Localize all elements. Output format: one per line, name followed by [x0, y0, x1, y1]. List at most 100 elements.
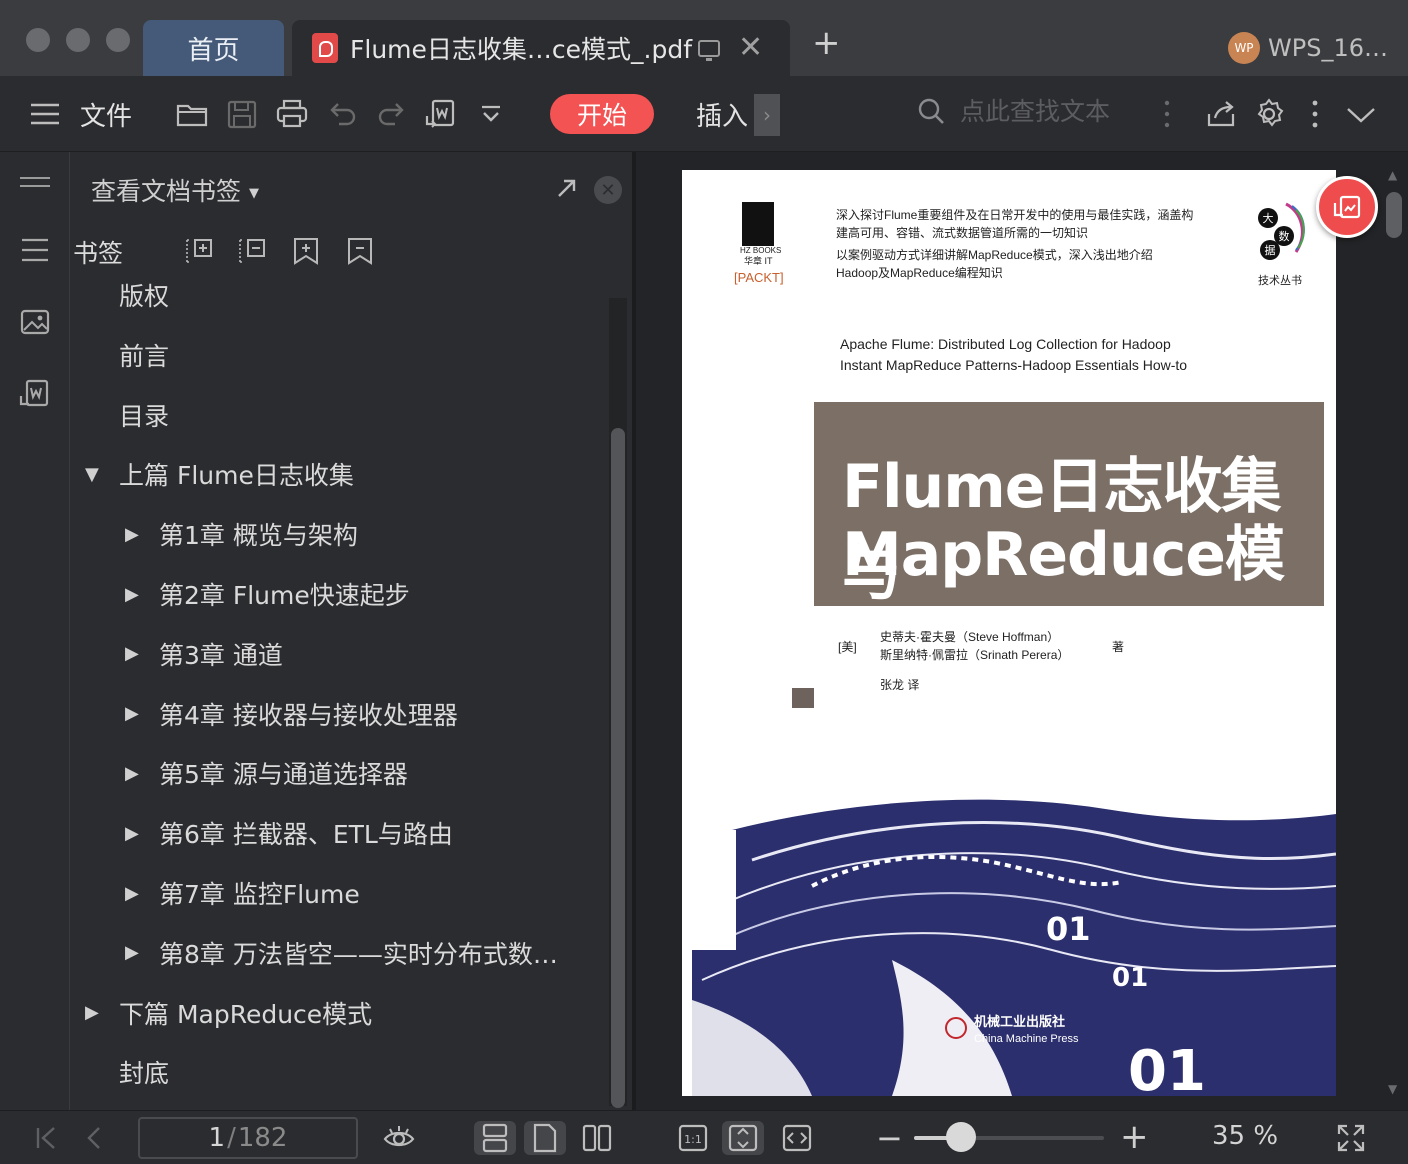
- search-input[interactable]: [960, 96, 1140, 126]
- bookmark-item[interactable]: ▶ 第7章 监控Flume: [125, 873, 360, 913]
- collapse-triangle-icon[interactable]: ▶: [85, 1002, 119, 1023]
- undo-icon[interactable]: [325, 98, 359, 130]
- account-menu[interactable]: WP WPS_16…: [1228, 32, 1388, 64]
- bookmark-scrollbar-thumb[interactable]: [611, 428, 625, 1108]
- bookmark-item-label: 第6章 拦截器、ETL与路由: [159, 820, 453, 850]
- pdf-file-icon: [312, 33, 338, 63]
- bookmark-item-label: 目录: [119, 401, 170, 431]
- search-box[interactable]: [916, 96, 1140, 126]
- bookmark-item-label: 第2章 Flume快速起步: [159, 581, 410, 610]
- actual-size-icon[interactable]: 1:1: [676, 1121, 710, 1155]
- avatar: WP: [1228, 32, 1260, 64]
- convert-document-button[interactable]: [1316, 176, 1378, 238]
- page-number-field[interactable]: 1/182: [138, 1117, 358, 1159]
- binary-art-text-2: 01: [1112, 963, 1148, 993]
- bookmark-item[interactable]: 版权: [85, 275, 169, 315]
- collapse-triangle-icon[interactable]: ▶: [125, 942, 159, 963]
- window-minimize-button[interactable]: [66, 28, 90, 52]
- file-menu[interactable]: 文件: [80, 96, 132, 133]
- viewer-scrollbar-thumb[interactable]: [1386, 192, 1402, 238]
- collapse-triangle-icon[interactable]: ▶: [125, 584, 159, 605]
- fit-width-icon[interactable]: [780, 1121, 814, 1155]
- scroll-up-arrow-icon[interactable]: ▲: [1388, 168, 1397, 182]
- scroll-down-arrow-icon[interactable]: ▼: [1388, 1082, 1397, 1096]
- expand-triangle-icon[interactable]: ▼: [85, 464, 119, 485]
- pdf-to-word-icon[interactable]: [18, 378, 52, 410]
- hamburger-menu-icon[interactable]: [28, 98, 62, 130]
- ribbon-more-chevron-icon[interactable]: ›: [754, 94, 780, 136]
- bookmark-item[interactable]: ▶ 第2章 Flume快速起步: [125, 574, 410, 614]
- monitor-icon[interactable]: [698, 39, 721, 61]
- bookmark-item[interactable]: ▶ 第1章 概览与架构: [125, 514, 358, 554]
- bookmark-item[interactable]: ▶ 下篇 MapReduce模式: [85, 993, 372, 1033]
- bookmark-item[interactable]: 前言: [85, 335, 169, 375]
- outline-list-icon[interactable]: [18, 234, 52, 266]
- expand-all-icon[interactable]: [184, 236, 214, 266]
- english-title-1: Apache Flume: Distributed Log Collection…: [840, 336, 1171, 352]
- tab-document[interactable]: Flume日志收集…ce模式_.pdf ✕: [292, 20, 790, 76]
- tab-close-icon[interactable]: ✕: [738, 33, 763, 63]
- first-page-icon[interactable]: [30, 1121, 64, 1155]
- bookmark-view-dropdown[interactable]: 查看文档书签 ▼: [91, 172, 259, 208]
- bookmark-item[interactable]: 封底: [85, 1052, 169, 1092]
- thumbnail-image-icon[interactable]: [18, 306, 52, 338]
- previous-page-icon[interactable]: [78, 1121, 112, 1155]
- zoom-level[interactable]: 35 %: [1212, 1121, 1278, 1151]
- share-icon[interactable]: [1204, 98, 1238, 130]
- collapse-triangle-icon[interactable]: ▶: [125, 763, 159, 784]
- more-options-icon[interactable]: [1298, 98, 1332, 130]
- new-tab-button[interactable]: +: [812, 26, 841, 60]
- window-zoom-button[interactable]: [106, 28, 130, 52]
- bookmark-item[interactable]: ▶ 第8章 万法皆空——实时分布式数…: [125, 933, 558, 973]
- zoom-slider-track[interactable]: [914, 1136, 1104, 1140]
- chevron-down-icon[interactable]: [1344, 98, 1378, 130]
- bookmark-item[interactable]: ▶ 第4章 接收器与接收处理器: [125, 694, 458, 734]
- tab-insert[interactable]: 插入: [696, 96, 748, 133]
- bookmark-item[interactable]: ▼ 上篇 Flume日志收集: [85, 454, 354, 494]
- fullscreen-icon[interactable]: [1334, 1121, 1368, 1155]
- bookmark-item[interactable]: ▶ 第3章 通道: [125, 634, 283, 674]
- eye-protection-icon[interactable]: [382, 1121, 416, 1155]
- bookmark-item-label: 第7章 监控Flume: [159, 880, 360, 909]
- bookmark-item-label: 第5章 源与通道选择器: [159, 760, 408, 790]
- remove-bookmark-icon[interactable]: [345, 236, 375, 266]
- bookmark-item-label: 封底: [119, 1059, 170, 1089]
- two-page-icon[interactable]: [580, 1121, 614, 1155]
- collapse-triangle-icon[interactable]: ▶: [125, 703, 159, 724]
- continuous-scroll-icon[interactable]: [474, 1121, 516, 1155]
- collapse-all-icon[interactable]: [237, 236, 267, 266]
- open-folder-icon[interactable]: [175, 98, 209, 130]
- bookmark-item[interactable]: ▶ 第6章 拦截器、ETL与路由: [125, 813, 453, 853]
- zoom-out-button[interactable]: −: [876, 1119, 903, 1157]
- zoom-slider-handle[interactable]: [946, 1122, 976, 1152]
- pop-out-arrow-icon[interactable]: [555, 176, 579, 200]
- bookmark-item[interactable]: 目录: [85, 395, 169, 435]
- collapse-triangle-icon[interactable]: ▶: [125, 643, 159, 664]
- tab-home[interactable]: 首页: [143, 20, 284, 76]
- tab-start[interactable]: 开始: [550, 94, 654, 134]
- settings-gear-icon[interactable]: [1252, 98, 1286, 130]
- close-panel-icon[interactable]: ✕: [594, 176, 622, 204]
- single-page-icon[interactable]: [524, 1121, 566, 1155]
- fit-page-icon[interactable]: [722, 1121, 764, 1155]
- tab-home-label: 首页: [187, 35, 240, 66]
- bookmark-item-label: 第3章 通道: [159, 640, 283, 670]
- more-dropdown-icon[interactable]: [474, 98, 508, 130]
- print-icon[interactable]: [275, 98, 309, 130]
- bookmark-item[interactable]: ▶ 第5章 源与通道选择器: [125, 753, 408, 793]
- author-1: 史蒂夫·霍夫曼（Steve Hoffman）: [880, 630, 1060, 644]
- add-bookmark-icon[interactable]: [291, 236, 321, 266]
- vertical-dots-icon[interactable]: [1150, 98, 1184, 130]
- publisher-sub: 华章 IT: [744, 256, 773, 266]
- bookmark-item-label: 第8章 万法皆空——实时分布式数…: [159, 939, 558, 969]
- collapse-triangle-icon[interactable]: ▶: [125, 823, 159, 844]
- document-viewer[interactable]: HZ BOOKS 华章 IT [PACKT] 深入探讨Flume重要组件及在日常…: [636, 152, 1408, 1110]
- zoom-in-button[interactable]: +: [1120, 1117, 1149, 1157]
- pdf-to-word-icon[interactable]: [424, 98, 458, 130]
- collapse-triangle-icon[interactable]: ▶: [125, 524, 159, 545]
- collapse-triangle-icon[interactable]: ▶: [125, 883, 159, 904]
- collapse-panel-icon[interactable]: [18, 168, 52, 200]
- redo-icon[interactable]: [375, 98, 409, 130]
- window-close-button[interactable]: [26, 28, 50, 52]
- save-icon[interactable]: [225, 98, 259, 130]
